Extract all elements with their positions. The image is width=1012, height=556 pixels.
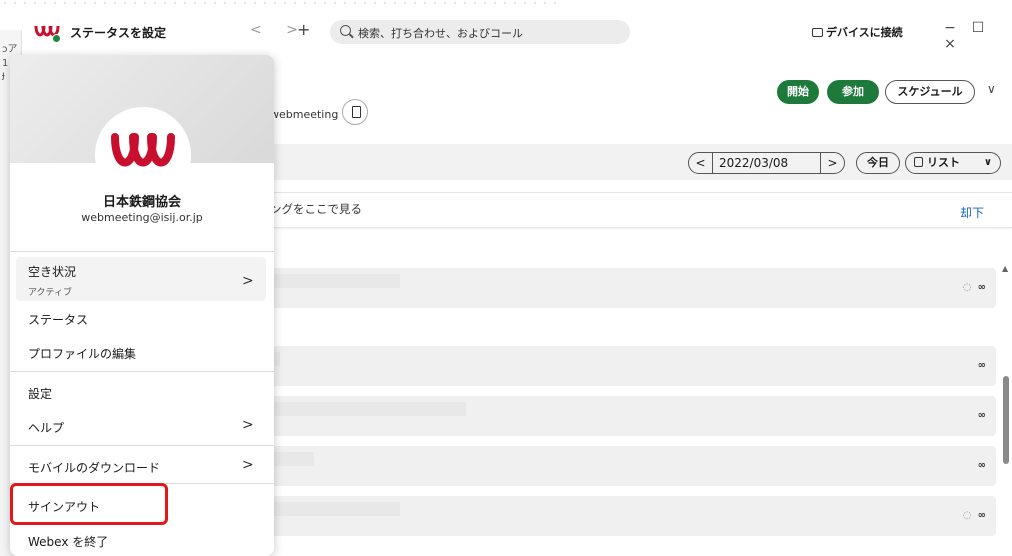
copy-icon[interactable] [342, 99, 368, 125]
sync-icon: ◌ [962, 282, 972, 293]
notice-banner: ングをここで見る [270, 192, 1012, 228]
scrollbar-thumb[interactable] [1003, 376, 1009, 464]
status-dot-icon [52, 34, 61, 43]
availability-label: 空き状況 [28, 265, 77, 279]
menu-item-settings[interactable]: 設定 [28, 385, 52, 402]
search-icon [340, 25, 351, 36]
scroll-up-icon[interactable]: ▲ [1002, 264, 1008, 273]
meeting-row[interactable]: ∞ [270, 446, 996, 486]
search-placeholder: 検索、打ち合わせ、およびコール [358, 27, 523, 40]
bg-text: 1 [2, 58, 9, 69]
dotted-strip [0, 0, 560, 6]
divider [10, 251, 274, 252]
minimize-button[interactable]: − [938, 20, 962, 36]
divider [10, 371, 274, 372]
scrollbar[interactable]: ▲ [1002, 264, 1010, 556]
chevron-down-icon: ∨ [983, 157, 992, 168]
profile-menu-popup: 日本鉄鋼協会 webmeeting@isij.or.jp 空き状況 アクティブ … [10, 55, 274, 556]
chevron-right-icon: > [242, 417, 254, 433]
row-icons: ∞ [978, 410, 986, 421]
webex-icon: ∞ [977, 360, 986, 371]
view-label: リスト [927, 156, 960, 169]
bg-text: ɟ [2, 70, 5, 81]
divider [10, 445, 274, 446]
meeting-row[interactable]: ◌ ∞ [270, 496, 996, 536]
chevron-down-icon[interactable]: ∨ [987, 82, 996, 96]
row-placeholder [270, 274, 400, 288]
webex-icon: ∞ [977, 510, 986, 521]
join-meeting-button[interactable]: 参加 [827, 80, 879, 104]
sign-out-highlight-box [10, 483, 168, 525]
start-meeting-button[interactable]: 開始 [777, 80, 819, 104]
next-day-button[interactable]: > [820, 153, 844, 173]
bg-text: ɔア [2, 44, 18, 55]
today-button[interactable]: 今日 [856, 152, 900, 174]
row-icons: ◌ ∞ [963, 510, 986, 521]
row-placeholder [270, 452, 314, 466]
meeting-row[interactable]: ∞ [270, 346, 996, 386]
notice-text: ングをここで見る [270, 202, 362, 216]
search-input[interactable]: 検索、打ち合わせ、およびコール [330, 20, 630, 44]
maximize-button[interactable]: ☐ [966, 20, 990, 36]
menu-item-mobile-download[interactable]: モバイルのダウンロード [28, 459, 160, 476]
row-placeholder [270, 402, 466, 416]
window-controls: − ☐× [934, 20, 1012, 52]
webex-icon: ∞ [977, 282, 986, 293]
meeting-row[interactable]: ◌ ∞ [270, 268, 996, 308]
profile-email: webmeeting@isij.or.jp [81, 211, 203, 224]
close-button[interactable]: × [938, 36, 962, 52]
webex-icon: ∞ [977, 410, 986, 421]
new-button[interactable]: + [297, 20, 310, 39]
list-icon [914, 157, 923, 167]
webex-icon: ∞ [977, 460, 986, 471]
row-icons: ◌ ∞ [963, 282, 986, 293]
availability-status: アクティブ [28, 288, 73, 298]
window-title: ステータスを設定 [70, 26, 167, 40]
chevron-right-icon: > [242, 457, 254, 473]
connect-device-label: デバイスに接続 [826, 26, 903, 39]
meeting-row[interactable]: ∞ [270, 396, 996, 436]
row-placeholder [270, 502, 400, 516]
current-date[interactable]: 2022/03/08 [719, 156, 788, 170]
date-navigator: < 2022/03/08 > [688, 152, 845, 174]
previous-day-button[interactable]: < [689, 153, 713, 173]
view-select[interactable]: リスト ∨ [905, 152, 1001, 174]
menu-item-status[interactable]: ステータス [28, 311, 88, 328]
menu-item-quit-webex[interactable]: Webex を終了 [28, 533, 108, 550]
date-toolbar [270, 144, 1012, 180]
menu-item-edit-profile[interactable]: プロファイルの編集 [28, 345, 136, 362]
row-icons: ∞ [978, 360, 986, 371]
title-bar: ステータスを設定 < > + 検索、打ち合わせ、およびコール デバイスに接続 −… [22, 12, 1012, 52]
sync-icon: ◌ [962, 510, 972, 521]
profile-name: 日本鉄鋼協会 [102, 195, 181, 210]
isij-logo-icon [111, 133, 175, 167]
avatar [95, 107, 191, 203]
device-icon [812, 28, 823, 37]
connect-device-button[interactable]: デバイスに接続 [812, 24, 903, 40]
row-icons: ∞ [978, 460, 986, 471]
personal-room-id: webmeeting [270, 108, 339, 121]
chevron-right-icon: > [242, 273, 254, 289]
schedule-button[interactable]: スケジュール [885, 80, 975, 104]
dismiss-link[interactable]: 却下 [960, 204, 984, 221]
menu-item-help[interactable]: ヘルプ [28, 419, 64, 436]
